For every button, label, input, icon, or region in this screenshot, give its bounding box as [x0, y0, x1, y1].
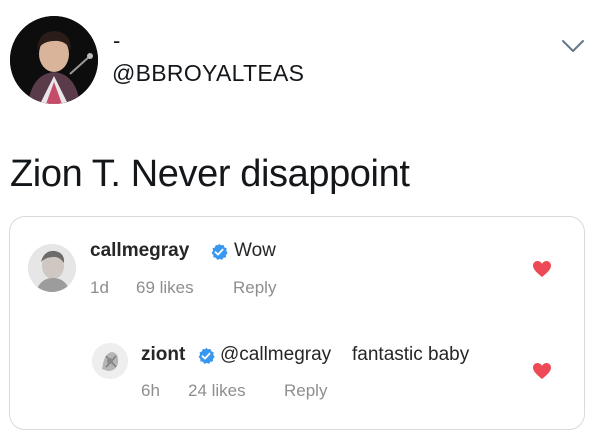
commenter-avatar[interactable]: [28, 244, 76, 292]
tweet-text: Zion T. Never disappoint: [10, 153, 410, 195]
comment-text: Wow: [234, 240, 276, 261]
profile-avatar[interactable]: [10, 16, 98, 104]
comment-likes[interactable]: 69 likes: [136, 278, 194, 298]
reply-button[interactable]: Reply: [233, 278, 276, 298]
comment-time: 1d: [90, 278, 109, 297]
user-handle[interactable]: @BBROYALTEAS: [112, 60, 304, 87]
chevron-down-icon[interactable]: [561, 36, 585, 56]
reply-text: fantastic baby: [352, 344, 470, 365]
reply-commenter-avatar[interactable]: [92, 343, 128, 379]
verified-badge-icon: [210, 243, 228, 261]
heart-icon[interactable]: [532, 260, 552, 278]
reply-mention-link[interactable]: @callmegray: [220, 344, 331, 366]
display-name[interactable]: -: [113, 28, 120, 54]
reply-username[interactable]: ziont: [141, 344, 185, 366]
reply-time: 6h: [141, 381, 160, 400]
comment-username[interactable]: callmegray: [90, 240, 189, 262]
reply-likes[interactable]: 24 likes: [188, 381, 246, 401]
reply-button[interactable]: Reply: [284, 381, 327, 401]
embedded-comments-card: callmegray Wow 1d 69 likes Reply ziont @…: [9, 216, 585, 430]
verified-badge-icon: [197, 347, 215, 365]
heart-icon[interactable]: [532, 362, 552, 380]
